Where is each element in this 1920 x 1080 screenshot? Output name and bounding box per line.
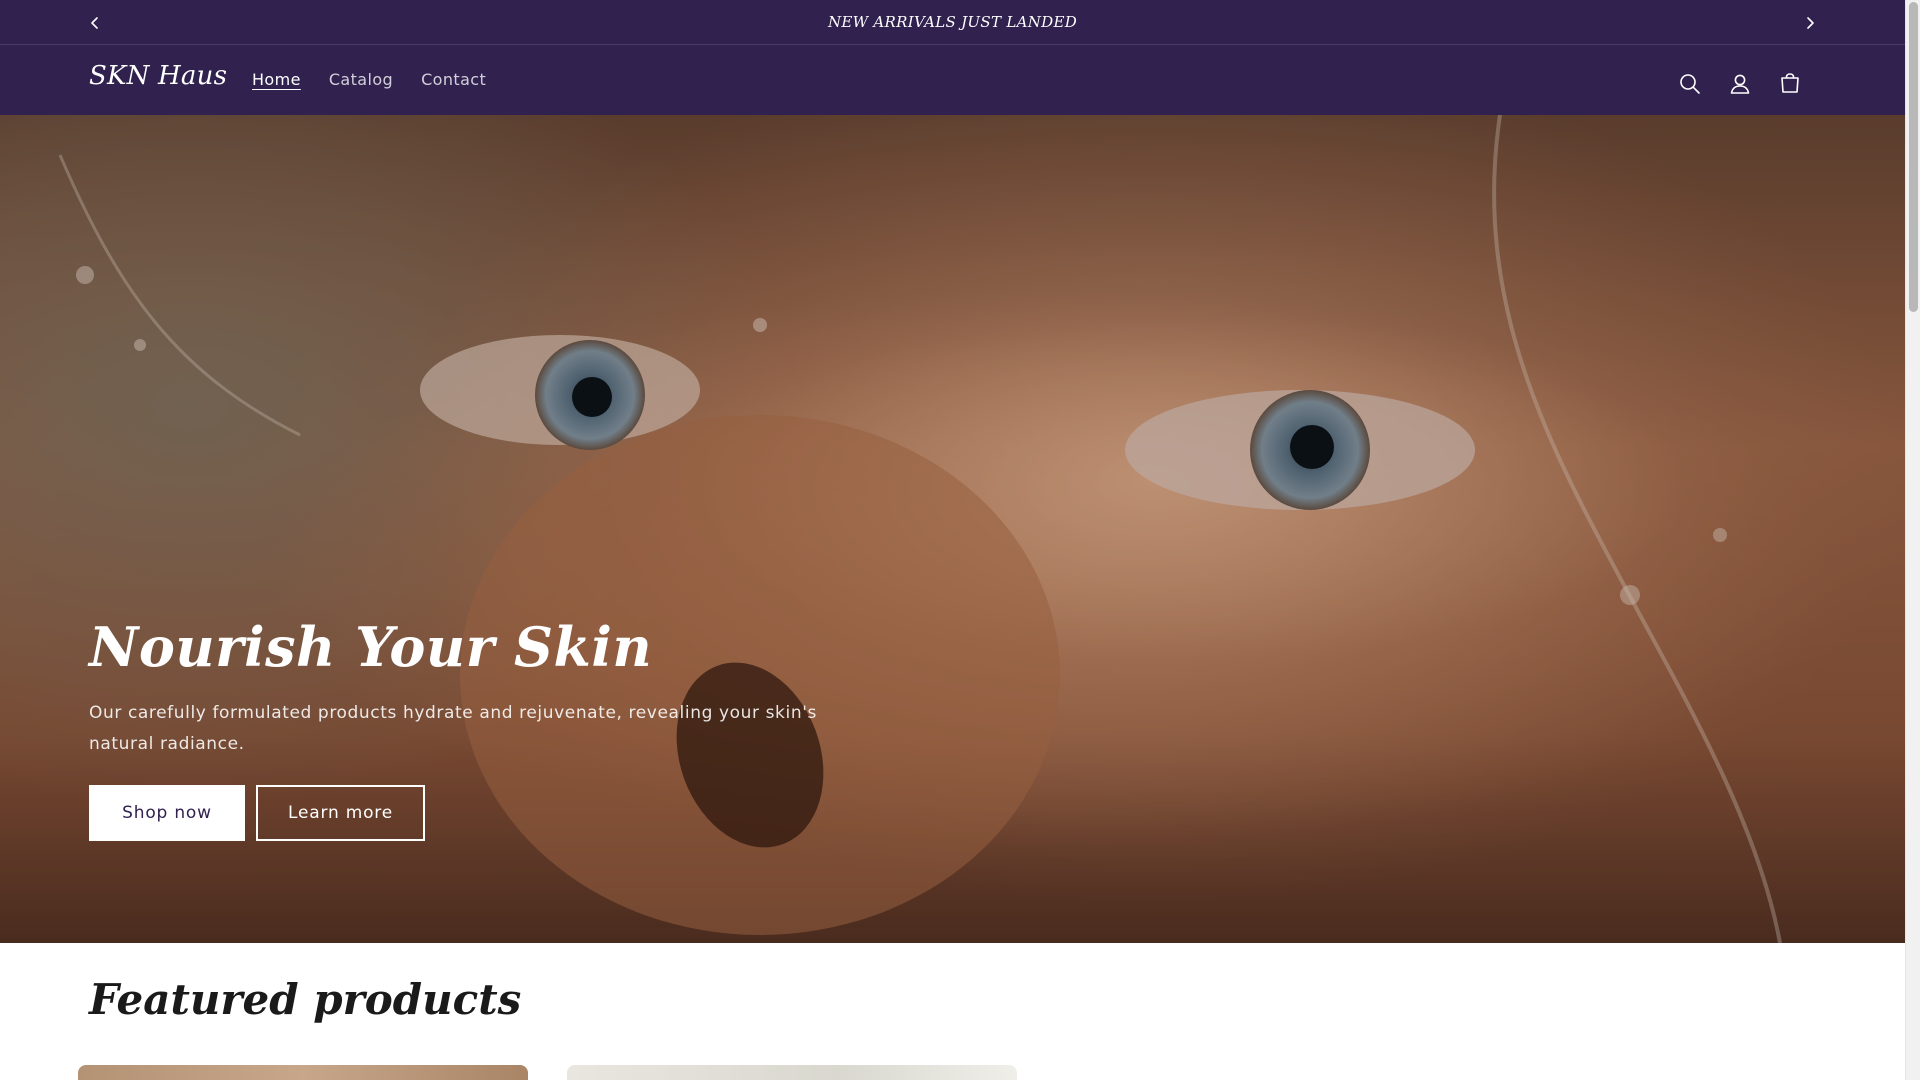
hero-buttons: Shop now Learn more bbox=[89, 785, 425, 841]
site-logo[interactable]: SKN Haus bbox=[89, 61, 227, 91]
main-nav: Home Catalog Contact bbox=[238, 67, 500, 93]
product-card[interactable] bbox=[78, 1065, 528, 1080]
featured-products-title: Featured products bbox=[89, 975, 522, 1024]
hero-title: Nourish Your Skin bbox=[89, 615, 653, 679]
search-icon bbox=[1680, 74, 1700, 94]
nav-link-contact[interactable]: Contact bbox=[407, 67, 500, 93]
announcement-prev-button[interactable] bbox=[82, 10, 108, 36]
product-card[interactable] bbox=[567, 1065, 1017, 1080]
header-icons bbox=[1668, 62, 1812, 106]
cart-button[interactable] bbox=[1768, 62, 1812, 106]
chevron-left-icon bbox=[91, 17, 98, 29]
cart-icon bbox=[1781, 73, 1799, 93]
announcement-text: NEW ARRIVALS JUST LANDED bbox=[827, 13, 1078, 31]
page-scrollbar[interactable] bbox=[1905, 0, 1920, 1080]
scrollbar-thumb[interactable] bbox=[1909, 2, 1918, 312]
site-header: SKN Haus Home Catalog Contact bbox=[0, 45, 1905, 115]
learn-more-button[interactable]: Learn more bbox=[256, 785, 425, 841]
account-icon bbox=[1730, 74, 1750, 94]
announcement-next-button[interactable] bbox=[1797, 10, 1823, 36]
nav-link-home[interactable]: Home bbox=[238, 67, 315, 93]
nav-link-catalog[interactable]: Catalog bbox=[315, 67, 407, 93]
account-button[interactable] bbox=[1718, 62, 1762, 106]
search-button[interactable] bbox=[1668, 62, 1712, 106]
chevron-right-icon bbox=[1807, 17, 1814, 29]
hero-description: Our carefully formulated products hydrat… bbox=[89, 703, 817, 754]
hero-banner: Nourish Your Skin Our carefully formulat… bbox=[0, 115, 1905, 943]
shop-now-button[interactable]: Shop now bbox=[89, 785, 245, 841]
announcement-bar: NEW ARRIVALS JUST LANDED bbox=[0, 0, 1905, 45]
